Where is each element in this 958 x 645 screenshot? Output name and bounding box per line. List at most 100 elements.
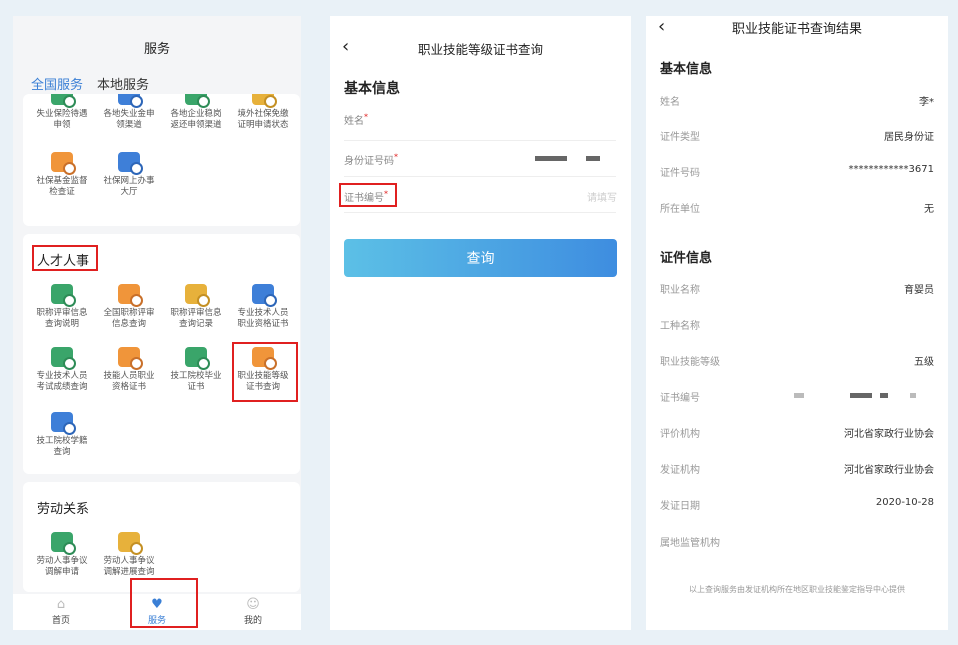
- highlight-box: [32, 245, 98, 271]
- info-row: 姓名 李*: [660, 93, 934, 108]
- service-label: 信息查询: [111, 319, 146, 329]
- service-icon: [185, 347, 210, 370]
- masked-value: [794, 393, 804, 398]
- row-key: 所在单位: [660, 204, 700, 215]
- service-label: 调解进展查询: [103, 567, 155, 577]
- service-item[interactable]: 职称评审信息 查询记录: [163, 284, 229, 330]
- row-value: 居民身份证: [884, 132, 934, 143]
- service-label: 证书: [187, 382, 205, 392]
- service-icon: [118, 347, 143, 370]
- name-field-label: 姓名*: [344, 112, 368, 127]
- service-icon: [51, 152, 76, 175]
- row-key: 评价机构: [660, 429, 700, 440]
- required-mark: *: [394, 152, 398, 162]
- service-label: 失业保险待遇: [36, 109, 88, 119]
- service-label: 考试成绩查询: [36, 382, 88, 392]
- service-item[interactable]: 全国职称评审 信息查询: [96, 284, 162, 330]
- service-item[interactable]: 各地企业稳岗 返还申领渠道: [163, 94, 229, 131]
- service-item[interactable]: 职称评审信息 查询说明: [29, 284, 95, 330]
- service-icon: [51, 284, 76, 307]
- highlight-box: [339, 183, 397, 207]
- nav-label: 首页: [51, 616, 70, 626]
- row-value: 2020-10-28: [875, 497, 934, 508]
- row-key: 职业技能等级: [660, 357, 720, 368]
- row-key: 证件号码: [660, 168, 700, 179]
- service-label: 各地企业稳岗: [170, 109, 222, 119]
- masked-value: [586, 156, 600, 161]
- label-text: 身份证号码: [344, 156, 394, 167]
- masked-value: [880, 393, 888, 398]
- service-label: 调解申请: [44, 567, 79, 577]
- services-panel: 服务 全国服务 本地服务 失业保险待遇 申领 各地失业金申 领渠道 各地企业稳岗 返还…: [13, 16, 301, 630]
- service-label: 专业技术人员: [36, 371, 88, 381]
- masked-value: [910, 393, 916, 398]
- service-item[interactable]: 技工院校学籍 查询: [29, 412, 95, 458]
- masked-value: [850, 393, 872, 398]
- nav-home[interactable]: ⌂ 首页: [13, 594, 109, 630]
- service-icon: [51, 347, 76, 370]
- section-title-basic-info: 基本信息: [660, 62, 713, 77]
- service-label: 申领: [53, 120, 71, 130]
- info-row: 属地监管机构: [660, 534, 934, 549]
- section-title-labor: 劳动关系: [37, 502, 90, 517]
- divider: [344, 176, 616, 177]
- nav-mine[interactable]: ☺ 我的: [205, 594, 301, 630]
- info-row: 发证日期 2020-10-28: [660, 497, 934, 512]
- service-icon: [185, 94, 210, 108]
- service-grid: 社保基金监督 检查证 社保网上办事 大厅: [23, 152, 300, 198]
- row-value: 育婴员: [904, 285, 934, 296]
- service-icon: [118, 532, 143, 555]
- row-value: 李*: [919, 97, 934, 108]
- cert-number-input[interactable]: 请填写: [587, 189, 617, 204]
- service-item[interactable]: 技能人员职业 资格证书: [96, 347, 162, 393]
- service-label: 专业技术人员: [237, 308, 289, 318]
- row-value: 无: [924, 204, 934, 215]
- service-icon: [51, 532, 76, 555]
- section-title-cert-info: 证件信息: [660, 251, 713, 266]
- service-label: 各地失业金申: [103, 109, 155, 119]
- service-item[interactable]: 劳动人事争议 调解申请: [29, 532, 95, 578]
- service-label: 职称评审信息: [170, 308, 222, 318]
- service-item[interactable]: 失业保险待遇 申领: [29, 94, 95, 131]
- service-grid: 失业保险待遇 申领 各地失业金申 领渠道 各地企业稳岗 返还申领渠道 境外社保免缴 证明…: [23, 94, 300, 131]
- id-field-label: 身份证号码*: [344, 152, 398, 167]
- service-grid: 劳动人事争议 调解申请 劳动人事争议 调解进展查询: [23, 532, 300, 578]
- row-key: 证件类型: [660, 132, 700, 143]
- footer-note: 以上查询服务由发证机构所在地区职业技能鉴定指导中心提供: [689, 585, 905, 594]
- service-card-talent: 人才人事 职称评审信息 查询说明 全国职称评审 信息查询 职称评审信息 查询记录 专业…: [23, 234, 300, 474]
- service-item[interactable]: 境外社保免缴 证明申请状态: [230, 94, 296, 131]
- service-item[interactable]: 社保基金监督 检查证: [29, 152, 95, 198]
- info-row: 发证机构 河北省家政行业协会: [660, 461, 934, 476]
- service-item[interactable]: 各地失业金申 领渠道: [96, 94, 162, 131]
- service-icon: [185, 284, 210, 307]
- service-item[interactable]: 专业技术人员 职业资格证书: [230, 284, 296, 330]
- highlight-box: [130, 578, 198, 628]
- service-label: 返还申领渠道: [170, 120, 222, 130]
- row-key: 属地监管机构: [660, 538, 720, 549]
- service-label: 职业资格证书: [237, 319, 289, 329]
- service-item[interactable]: 技工院校毕业 证书: [163, 347, 229, 393]
- service-item[interactable]: 社保网上办事 大厅: [96, 152, 162, 198]
- service-card-labor: 劳动关系 劳动人事争议 调解申请 劳动人事争议 调解进展查询: [23, 482, 300, 592]
- query-button[interactable]: 查询: [344, 239, 617, 277]
- home-icon: ⌂: [56, 597, 66, 612]
- service-icon: [118, 152, 143, 175]
- service-label: 查询记录: [178, 319, 213, 329]
- service-item[interactable]: 专业技术人员 考试成绩查询: [29, 347, 95, 393]
- row-value: ************3671: [848, 164, 934, 175]
- service-label: 劳动人事争议: [103, 556, 155, 566]
- info-row: 职业技能等级 五级: [660, 353, 934, 368]
- row-key: 发证日期: [660, 501, 700, 512]
- service-label: 技能人员职业: [103, 371, 155, 381]
- info-row: 工种名称: [660, 317, 934, 332]
- service-icon: [252, 284, 277, 307]
- row-value: 河北省家政行业协会: [844, 429, 934, 440]
- service-label: 社保基金监督: [36, 176, 88, 186]
- cert-query-panel: ‹ 职业技能等级证书查询 基本信息 姓名* 身份证号码* 证书编号* 请填写 查…: [330, 16, 631, 630]
- service-icon: [51, 412, 76, 435]
- row-key: 发证机构: [660, 465, 700, 476]
- service-label: 职称评审信息: [36, 308, 88, 318]
- service-label: 领渠道: [116, 120, 142, 130]
- service-icon: [118, 94, 143, 108]
- service-item[interactable]: 劳动人事争议 调解进展查询: [96, 532, 162, 578]
